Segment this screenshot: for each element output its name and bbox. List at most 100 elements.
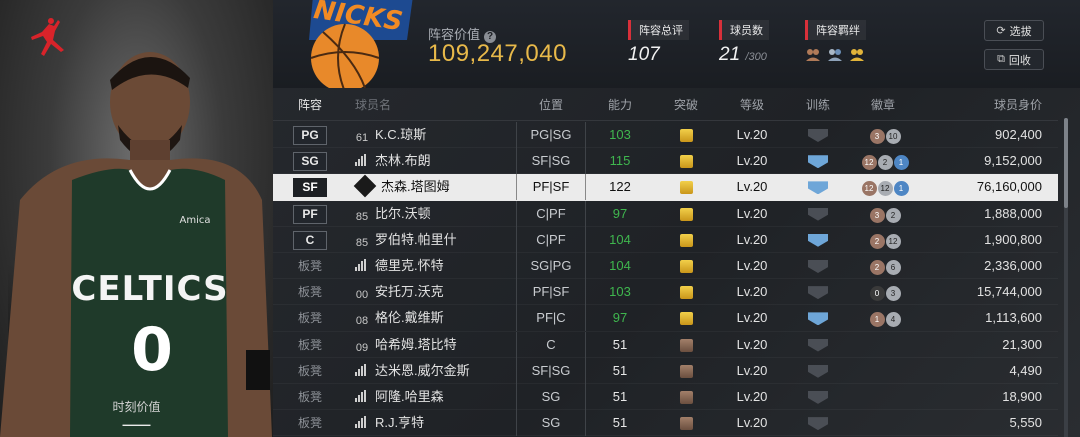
badge-bronze: 3 <box>869 207 885 223</box>
table-row[interactable]: PF 85 比尔.沃顿 C|PF 97 Lv.20 32 1,888,000 <box>273 200 1058 227</box>
table-row[interactable]: 板凳 09 哈希姆.塔比特 C 51 Lv.20 21,300 <box>273 331 1058 358</box>
scrollbar-thumb[interactable] <box>1064 118 1068 208</box>
table-row[interactable]: 板凳 00 安托万.沃克 PF|SF 103 Lv.20 03 15,744,00… <box>273 279 1058 306</box>
signal-bars-icon <box>355 363 369 376</box>
position-cell: SG <box>516 410 586 437</box>
price-cell: 4,490 <box>1009 362 1042 378</box>
breakthrough-cell <box>654 148 718 174</box>
badges-cell: 12 2 1 <box>852 148 914 174</box>
bond-icons[interactable] <box>805 46 866 62</box>
player-name: 杰林.布朗 <box>375 153 431 169</box>
table-row[interactable]: 板凳 R.J.亨特 SG 51 Lv.20 5,550 <box>273 410 1058 437</box>
breakthrough-cell <box>654 122 718 148</box>
lineup-value: 109,247,040 <box>428 40 567 67</box>
table-row[interactable]: 板凳 德里克.怀特 SG|PG 104 Lv.20 26 2,336,000 <box>273 252 1058 280</box>
overall-cell: 103 <box>609 284 631 300</box>
player-name: 杰森.塔图姆 <box>381 179 450 195</box>
table-row-selected[interactable]: SF 杰森.塔图姆 PF|SF 122 Lv.20 12 12 1 76,160,0… <box>273 174 1058 201</box>
training-shield-icon <box>808 129 828 142</box>
level-cell: Lv.20 <box>736 231 768 247</box>
breakthrough-cell <box>654 253 718 279</box>
player-name: 德里克.怀特 <box>375 257 444 273</box>
player-card[interactable]: CELTICS 0 Amica 时刻价值 —— <box>0 0 273 437</box>
position-cell: SF|SG <box>516 148 586 175</box>
col-lineup[interactable]: 阵容 <box>273 96 347 113</box>
training-shield-icon <box>808 312 828 326</box>
select-button-label: 选拔 <box>1009 25 1032 38</box>
name-cell: 09 哈希姆.塔比特 <box>355 332 457 358</box>
bond-silver-icon[interactable] <box>827 46 843 62</box>
badge-bronze: 3 <box>869 129 885 144</box>
crown-gold-icon <box>679 233 693 247</box>
crown-gold-icon <box>679 155 693 169</box>
jersey-number: 85 <box>355 210 369 223</box>
bond-bronze-icon[interactable] <box>805 46 821 62</box>
name-cell: 杰森.塔图姆 <box>353 174 450 200</box>
badge-blue: 1 <box>893 155 909 171</box>
col-badges[interactable]: 徽章 <box>852 96 914 113</box>
stat-rating-value: 107 <box>628 44 660 65</box>
price-cell: 21,300 <box>1002 336 1042 352</box>
badges-cell: 03 <box>852 279 914 305</box>
col-breakthrough[interactable]: 突破 <box>654 96 718 113</box>
col-position[interactable]: 位置 <box>516 96 586 113</box>
training-shield-icon <box>808 233 828 247</box>
stat-bond-label: 阵容羁绊 <box>805 20 866 40</box>
badge-silver: 10 <box>885 129 901 144</box>
price-cell: 1,888,000 <box>984 205 1042 221</box>
level-cell: Lv.20 <box>736 336 768 352</box>
table-row[interactable]: C 85 罗伯特.帕里什 C|PF 104 Lv.20 2 12 1,900,800 <box>273 226 1058 253</box>
level-cell: Lv.20 <box>736 310 768 326</box>
col-name[interactable]: 球员名 <box>355 96 391 113</box>
player-name: 阿隆.哈里森 <box>375 388 444 404</box>
training-shield-icon <box>808 181 828 195</box>
position-cell: PF|SF <box>516 279 586 306</box>
badge-silver: 12 <box>877 181 893 197</box>
training-cell <box>786 201 850 227</box>
stat-count-wrap: 21 /300 <box>719 44 769 66</box>
table-row[interactable]: SG 杰林.布朗 SF|SG 115 Lv.20 12 2 1 9,152,000 <box>273 148 1058 175</box>
stat-lineup-bond: 阵容羁绊 <box>805 20 866 62</box>
col-training[interactable]: 训练 <box>786 96 850 113</box>
badge-silver: 6 <box>885 259 901 275</box>
bond-gold-icon[interactable] <box>849 46 865 62</box>
lineup-cell: 板凳 <box>297 258 322 273</box>
badge-blue: 1 <box>893 181 909 197</box>
badges-cell: 3 10 <box>852 122 914 148</box>
breakthrough-cell <box>654 410 718 436</box>
name-cell: 阿隆.哈里森 <box>355 384 444 410</box>
jersey-number: 08 <box>355 315 369 328</box>
training-shield-icon <box>808 259 828 273</box>
lineup-cell: 板凳 <box>297 416 322 431</box>
crown-bronze-icon <box>679 417 693 431</box>
crown-gold-icon <box>679 286 693 300</box>
col-price[interactable]: 球员身价 <box>918 96 1042 113</box>
overall-cell: 51 <box>612 415 628 431</box>
lineup-cell: SF <box>273 174 347 200</box>
player-name: 格伦.戴维斯 <box>375 310 444 326</box>
overall-cell: 104 <box>609 257 631 273</box>
signal-bars-icon <box>355 389 369 402</box>
table-row[interactable]: PG 61 K.C.琼斯 PG|SG 103 Lv.20 3 10 902,400 <box>273 122 1058 149</box>
table-row[interactable]: 板凳 达米恩.威尔金斯 SF|SG 51 Lv.20 4,490 <box>273 357 1058 384</box>
crown-gold-icon <box>679 207 693 221</box>
crown-bronze-icon <box>679 338 693 352</box>
training-shield-icon <box>808 390 828 404</box>
jersey-number: 85 <box>355 236 369 249</box>
badges-cell <box>852 410 914 436</box>
price-cell: 1,113,600 <box>985 310 1042 326</box>
table-row[interactable]: 板凳 阿隆.哈里森 SG 51 Lv.20 18,900 <box>273 383 1058 411</box>
col-level[interactable]: 等级 <box>720 96 784 113</box>
price-cell: 9,152,000 <box>984 153 1042 169</box>
badges-cell <box>852 358 914 384</box>
breakthrough-cell <box>654 358 718 384</box>
table-row[interactable]: 板凳 08 格伦.戴维斯 PF|C 97 Lv.20 14 1,113,600 <box>273 305 1058 332</box>
overall-cell: 97 <box>612 310 628 326</box>
col-overall[interactable]: 能力 <box>588 96 652 113</box>
position-cell: PF|C <box>516 305 586 332</box>
recycle-button[interactable]: ⧉ 回收 <box>984 49 1044 70</box>
select-button[interactable]: ⟳ 选拔 <box>984 20 1044 41</box>
recycle-button-label: 回收 <box>1008 54 1031 67</box>
training-cell <box>786 384 850 410</box>
badge-bronze: 12 <box>861 155 877 171</box>
